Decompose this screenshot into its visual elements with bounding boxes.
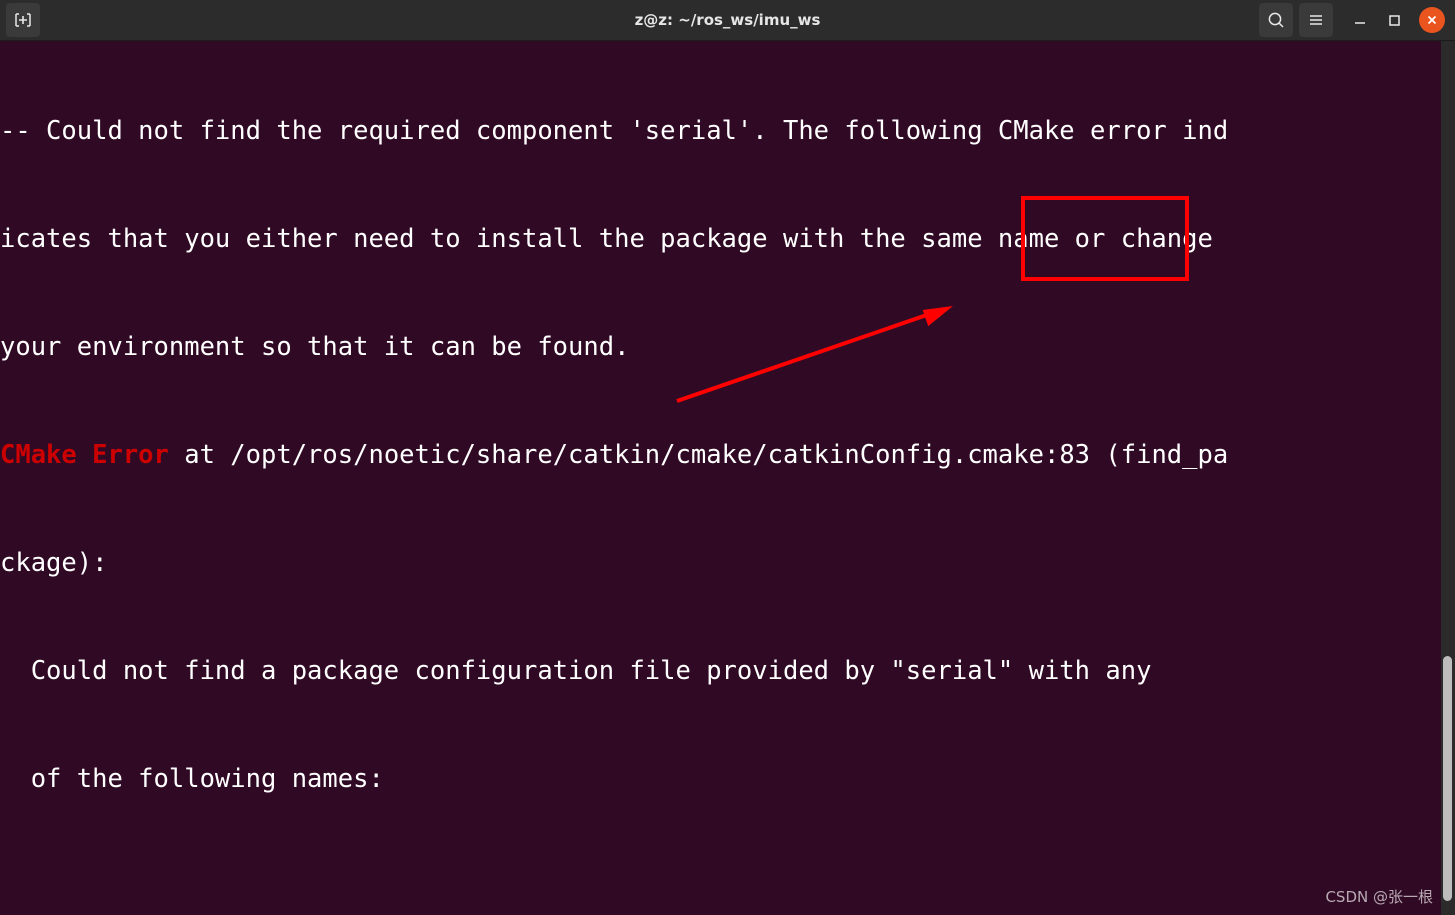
search-icon [1268, 12, 1284, 28]
terminal-line: CMake Error at /opt/ros/noetic/share/cat… [0, 437, 1228, 473]
terminal-output: -- Could not find the required component… [0, 41, 1228, 915]
minimize-icon [1355, 22, 1365, 24]
new-tab-icon [15, 13, 31, 27]
terminal-line: ckage): [0, 545, 1228, 581]
title-bar: z@z: ~/ros_ws/imu_ws [0, 0, 1455, 41]
line-text: icates that you either need to install t… [0, 224, 1213, 254]
terminal-body[interactable]: -- Could not find the required component… [0, 41, 1455, 915]
line-text: -- Could not find the required component… [0, 116, 1229, 146]
titlebar-right-controls [1259, 3, 1447, 37]
window-title: z@z: ~/ros_ws/imu_ws [634, 11, 821, 29]
line-text: ckage): [0, 548, 108, 578]
terminal-line: -- Could not find the required component… [0, 113, 1228, 149]
maximize-icon [1389, 15, 1400, 26]
hamburger-menu-icon [1310, 15, 1322, 25]
line-text: at /opt/ros/noetic/share/catkin/cmake/ca… [168, 440, 1229, 470]
terminal-window: z@z: ~/ros_ws/imu_ws -- Could not find t… [0, 0, 1455, 915]
minimize-button[interactable] [1343, 3, 1377, 37]
maximize-button[interactable] [1377, 3, 1411, 37]
terminal-line: of the following names: [0, 761, 1228, 797]
search-button[interactable] [1259, 3, 1293, 37]
terminal-line: icates that you either need to install t… [0, 221, 1228, 257]
close-icon [1427, 15, 1437, 25]
terminal-line: your environment so that it can be found… [0, 329, 1228, 365]
menu-button[interactable] [1299, 3, 1333, 37]
terminal-line: Could not find a package configuration f… [0, 653, 1228, 689]
line-text: your environment so that it can be found… [0, 332, 630, 362]
watermark: CSDN @张一根 [1325, 888, 1433, 906]
cmake-error-label: CMake Error [0, 440, 169, 470]
close-button[interactable] [1419, 7, 1445, 33]
scrollbar-track[interactable] [1441, 41, 1455, 915]
scrollbar-thumb[interactable] [1443, 656, 1452, 901]
new-tab-button[interactable] [6, 3, 40, 37]
line-text: of the following names: [0, 764, 384, 794]
line-text: Could not find a package configuration f… [0, 656, 1152, 686]
titlebar-left-controls [6, 3, 40, 37]
